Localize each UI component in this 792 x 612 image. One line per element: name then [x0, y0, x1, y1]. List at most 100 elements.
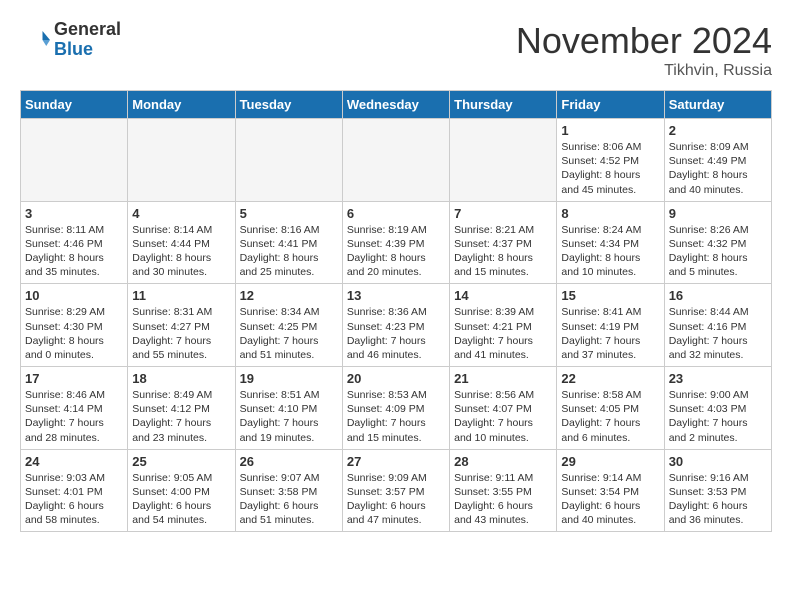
day-number: 30: [669, 454, 767, 469]
day-info: Sunrise: 8:58 AMSunset: 4:05 PMDaylight:…: [561, 388, 659, 445]
calendar-cell: [235, 119, 342, 202]
calendar-cell: 12 Sunrise: 8:34 AMSunset: 4:25 PMDayligh…: [235, 284, 342, 367]
logo-icon: [20, 25, 50, 55]
calendar-cell: 29Sunrise: 9:14 AMSunset: 3:54 PMDayligh…: [557, 449, 664, 532]
calendar-cell: 26Sunrise: 9:07 AMSunset: 3:58 PMDayligh…: [235, 449, 342, 532]
day-number: 13: [347, 288, 445, 303]
day-info: Sunrise: 8:51 AMSunset: 4:10 PMDaylight:…: [240, 388, 338, 445]
calendar-cell: 14Sunrise: 8:39 AMSunset: 4:21 PMDayligh…: [450, 284, 557, 367]
day-info: Sunrise: 8:24 AMSunset: 4:34 PMDaylight:…: [561, 223, 659, 280]
calendar-cell: 6Sunrise: 8:19 AMSunset: 4:39 PMDaylight…: [342, 201, 449, 284]
day-info: Sunrise: 8:06 AMSunset: 4:52 PMDaylight:…: [561, 140, 659, 197]
day-number: 9: [669, 206, 767, 221]
page-header: General Blue November 2024 Tikhvin, Russ…: [20, 20, 772, 80]
weekday-header: Sunday: [21, 91, 128, 119]
calendar-cell: 13 Sunrise: 8:36 AMSunset: 4:23 PMDayligh…: [342, 284, 449, 367]
day-info: Sunrise: 8:11 AMSunset: 4:46 PMDaylight:…: [25, 223, 123, 280]
calendar-cell: 27 Sunrise: 9:09 AMSunset: 3:57 PMDayligh…: [342, 449, 449, 532]
day-info: Sunrise: 9:11 AMSunset: 3:55 PMDaylight:…: [454, 471, 552, 528]
day-info: Sunrise: 8:31 AMSunset: 4:27 PMDaylight:…: [132, 305, 230, 362]
calendar-cell: 8 Sunrise: 8:24 AMSunset: 4:34 PMDaylight…: [557, 201, 664, 284]
calendar-cell: [128, 119, 235, 202]
calendar-cell: 5 Sunrise: 8:16 AMSunset: 4:41 PMDaylight…: [235, 201, 342, 284]
calendar-cell: [21, 119, 128, 202]
calendar-cell: 21 Sunrise: 8:56 AMSunset: 4:07 PMDayligh…: [450, 367, 557, 450]
calendar-cell: 25 Sunrise: 9:05 AMSunset: 4:00 PMDayligh…: [128, 449, 235, 532]
calendar-cell: 30 Sunrise: 9:16 AMSunset: 3:53 PMDayligh…: [664, 449, 771, 532]
weekday-header-row: SundayMondayTuesdayWednesdayThursdayFrid…: [21, 91, 772, 119]
day-number: 18: [132, 371, 230, 386]
day-number: 25: [132, 454, 230, 469]
calendar-cell: 28Sunrise: 9:11 AMSunset: 3:55 PMDayligh…: [450, 449, 557, 532]
day-info: Sunrise: 8:36 AMSunset: 4:23 PMDaylight:…: [347, 305, 445, 362]
calendar-cell: 23 Sunrise: 9:00 AMSunset: 4:03 PMDayligh…: [664, 367, 771, 450]
day-number: 3: [25, 206, 123, 221]
day-info: Sunrise: 8:09 AMSunset: 4:49 PMDaylight:…: [669, 140, 767, 197]
day-info: Sunrise: 9:03 AMSunset: 4:01 PMDaylight:…: [25, 471, 123, 528]
day-number: 8: [561, 206, 659, 221]
day-number: 21: [454, 371, 552, 386]
calendar-cell: 1Sunrise: 8:06 AMSunset: 4:52 PMDaylight…: [557, 119, 664, 202]
calendar-cell: 15 Sunrise: 8:41 AMSunset: 4:19 PMDayligh…: [557, 284, 664, 367]
location: Tikhvin, Russia: [516, 62, 772, 80]
day-info: Sunrise: 8:49 AMSunset: 4:12 PMDaylight:…: [132, 388, 230, 445]
calendar-week-row: 17Sunrise: 8:46 AMSunset: 4:14 PMDayligh…: [21, 367, 772, 450]
day-info: Sunrise: 8:26 AMSunset: 4:32 PMDaylight:…: [669, 223, 767, 280]
day-number: 12: [240, 288, 338, 303]
calendar-cell: 22Sunrise: 8:58 AMSunset: 4:05 PMDayligh…: [557, 367, 664, 450]
day-number: 20: [347, 371, 445, 386]
weekday-header: Friday: [557, 91, 664, 119]
calendar-cell: 18 Sunrise: 8:49 AMSunset: 4:12 PMDayligh…: [128, 367, 235, 450]
calendar-cell: 7 Sunrise: 8:21 AMSunset: 4:37 PMDaylight…: [450, 201, 557, 284]
day-info: Sunrise: 8:29 AMSunset: 4:30 PMDaylight:…: [25, 305, 123, 362]
calendar-cell: [342, 119, 449, 202]
day-number: 14: [454, 288, 552, 303]
day-info: Sunrise: 8:14 AMSunset: 4:44 PMDaylight:…: [132, 223, 230, 280]
day-number: 23: [669, 371, 767, 386]
day-info: Sunrise: 8:53 AMSunset: 4:09 PMDaylight:…: [347, 388, 445, 445]
calendar-week-row: 10Sunrise: 8:29 AMSunset: 4:30 PMDayligh…: [21, 284, 772, 367]
calendar-cell: 19Sunrise: 8:51 AMSunset: 4:10 PMDayligh…: [235, 367, 342, 450]
day-info: Sunrise: 9:14 AMSunset: 3:54 PMDaylight:…: [561, 471, 659, 528]
day-number: 4: [132, 206, 230, 221]
day-info: Sunrise: 9:09 AMSunset: 3:57 PMDaylight:…: [347, 471, 445, 528]
calendar-table: SundayMondayTuesdayWednesdayThursdayFrid…: [20, 90, 772, 532]
calendar-cell: 2 Sunrise: 8:09 AMSunset: 4:49 PMDaylight…: [664, 119, 771, 202]
title-block: November 2024 Tikhvin, Russia: [516, 20, 772, 80]
calendar-cell: 17Sunrise: 8:46 AMSunset: 4:14 PMDayligh…: [21, 367, 128, 450]
day-info: Sunrise: 9:16 AMSunset: 3:53 PMDaylight:…: [669, 471, 767, 528]
day-info: Sunrise: 9:00 AMSunset: 4:03 PMDaylight:…: [669, 388, 767, 445]
calendar-cell: 9 Sunrise: 8:26 AMSunset: 4:32 PMDaylight…: [664, 201, 771, 284]
day-info: Sunrise: 8:44 AMSunset: 4:16 PMDaylight:…: [669, 305, 767, 362]
day-info: Sunrise: 8:34 AMSunset: 4:25 PMDaylight:…: [240, 305, 338, 362]
day-info: Sunrise: 8:41 AMSunset: 4:19 PMDaylight:…: [561, 305, 659, 362]
day-info: Sunrise: 8:56 AMSunset: 4:07 PMDaylight:…: [454, 388, 552, 445]
day-info: Sunrise: 9:07 AMSunset: 3:58 PMDaylight:…: [240, 471, 338, 528]
day-number: 11: [132, 288, 230, 303]
calendar-week-row: 24 Sunrise: 9:03 AMSunset: 4:01 PMDayligh…: [21, 449, 772, 532]
calendar-cell: 3 Sunrise: 8:11 AMSunset: 4:46 PMDaylight…: [21, 201, 128, 284]
calendar-cell: [450, 119, 557, 202]
day-number: 16: [669, 288, 767, 303]
weekday-header: Tuesday: [235, 91, 342, 119]
calendar-cell: 10Sunrise: 8:29 AMSunset: 4:30 PMDayligh…: [21, 284, 128, 367]
day-info: Sunrise: 8:19 AMSunset: 4:39 PMDaylight:…: [347, 223, 445, 280]
day-info: Sunrise: 8:16 AMSunset: 4:41 PMDaylight:…: [240, 223, 338, 280]
day-number: 5: [240, 206, 338, 221]
day-number: 24: [25, 454, 123, 469]
calendar-cell: 4 Sunrise: 8:14 AMSunset: 4:44 PMDaylight…: [128, 201, 235, 284]
day-number: 27: [347, 454, 445, 469]
weekday-header: Wednesday: [342, 91, 449, 119]
calendar-cell: 24 Sunrise: 9:03 AMSunset: 4:01 PMDayligh…: [21, 449, 128, 532]
day-info: Sunrise: 9:05 AMSunset: 4:00 PMDaylight:…: [132, 471, 230, 528]
calendar-week-row: 1Sunrise: 8:06 AMSunset: 4:52 PMDaylight…: [21, 119, 772, 202]
logo-text: General Blue: [54, 20, 121, 60]
calendar-cell: 11 Sunrise: 8:31 AMSunset: 4:27 PMDayligh…: [128, 284, 235, 367]
weekday-header: Monday: [128, 91, 235, 119]
weekday-header: Saturday: [664, 91, 771, 119]
day-number: 2: [669, 123, 767, 138]
day-number: 15: [561, 288, 659, 303]
day-number: 7: [454, 206, 552, 221]
logo: General Blue: [20, 20, 121, 60]
day-info: Sunrise: 8:21 AMSunset: 4:37 PMDaylight:…: [454, 223, 552, 280]
